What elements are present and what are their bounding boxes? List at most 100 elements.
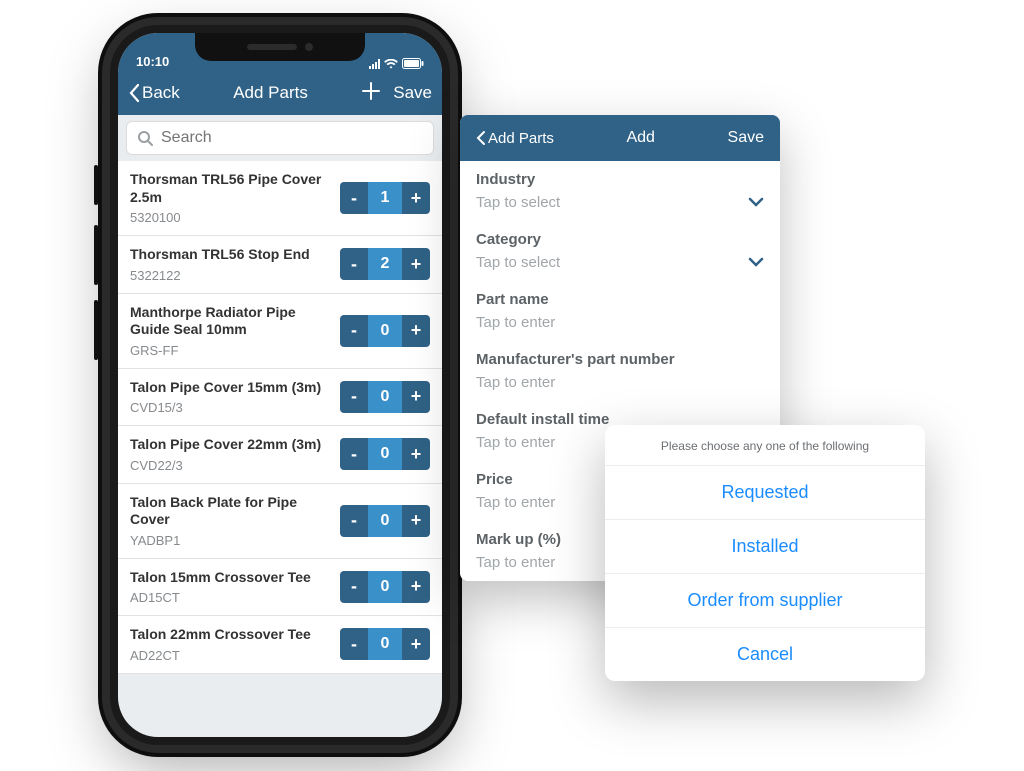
phone-side-button <box>94 165 98 205</box>
back-label: Back <box>142 83 180 103</box>
wifi-icon <box>384 59 398 69</box>
quantity-stepper: - 2 + <box>340 248 430 280</box>
phone-notch <box>195 33 365 61</box>
action-sheet: Please choose any one of the following R… <box>605 425 925 681</box>
increment-button[interactable]: + <box>402 571 430 603</box>
quantity-stepper: - 0 + <box>340 505 430 537</box>
phone-side-button <box>94 300 98 360</box>
field-placeholder: Tap to select <box>476 254 764 271</box>
part-sku: AD22CT <box>130 648 332 663</box>
increment-button[interactable]: + <box>402 182 430 214</box>
decrement-button[interactable]: - <box>340 182 368 214</box>
battery-icon <box>402 58 424 69</box>
phone-frame: 10:10 Back Add Parts Save <box>110 25 450 745</box>
part-sku: CVD22/3 <box>130 458 332 473</box>
quantity-value: 0 <box>368 571 402 603</box>
sheet-option[interactable]: Order from supplier <box>605 574 925 628</box>
increment-button[interactable]: + <box>402 628 430 660</box>
increment-button[interactable]: + <box>402 248 430 280</box>
quantity-value: 0 <box>368 628 402 660</box>
phone-side-button <box>94 225 98 285</box>
chevron-down-icon <box>748 194 764 211</box>
quantity-value: 2 <box>368 248 402 280</box>
part-row[interactable]: Talon 15mm Crossover Tee AD15CT - 0 + <box>118 559 442 617</box>
field-label: Industry <box>476 171 764 188</box>
decrement-button[interactable]: - <box>340 628 368 660</box>
page-title: Add <box>626 129 654 147</box>
form-field[interactable]: Category Tap to select <box>460 221 780 281</box>
back-label: Add Parts <box>488 130 554 147</box>
parts-list: Thorsman TRL56 Pipe Cover 2.5m 5320100 -… <box>118 161 442 674</box>
decrement-button[interactable]: - <box>340 571 368 603</box>
save-button[interactable]: Save <box>728 129 764 147</box>
form-field[interactable]: Manufacturer's part number Tap to enter <box>460 341 780 401</box>
back-button[interactable]: Add Parts <box>476 130 554 147</box>
part-row[interactable]: Thorsman TRL56 Pipe Cover 2.5m 5320100 -… <box>118 161 442 236</box>
field-label: Manufacturer's part number <box>476 351 764 368</box>
field-placeholder: Tap to select <box>476 194 764 211</box>
part-row[interactable]: Talon Back Plate for Pipe Cover YADBP1 -… <box>118 484 442 559</box>
part-row[interactable]: Talon Pipe Cover 22mm (3m) CVD22/3 - 0 + <box>118 426 442 484</box>
decrement-button[interactable]: - <box>340 248 368 280</box>
part-name: Talon Pipe Cover 15mm (3m) <box>130 379 332 397</box>
part-sku: YADBP1 <box>130 533 332 548</box>
part-row[interactable]: Talon Pipe Cover 15mm (3m) CVD15/3 - 0 + <box>118 369 442 427</box>
sheet-header: Please choose any one of the following <box>605 425 925 466</box>
navbar: Back Add Parts Save <box>118 71 442 115</box>
part-name: Thorsman TRL56 Pipe Cover 2.5m <box>130 171 332 206</box>
search-bar <box>118 115 442 161</box>
form-field[interactable]: Part name Tap to enter <box>460 281 780 341</box>
part-sku: 5322122 <box>130 268 332 283</box>
sheet-option[interactable]: Cancel <box>605 628 925 681</box>
quantity-value: 0 <box>368 505 402 537</box>
part-name: Manthorpe Radiator Pipe Guide Seal 10mm <box>130 304 332 339</box>
save-button[interactable]: Save <box>393 83 432 103</box>
navbar: Add Parts Add Save <box>460 115 780 161</box>
back-button[interactable]: Back <box>128 83 180 103</box>
field-placeholder: Tap to enter <box>476 374 764 391</box>
quantity-stepper: - 0 + <box>340 438 430 470</box>
decrement-button[interactable]: - <box>340 315 368 347</box>
sheet-option[interactable]: Requested <box>605 466 925 520</box>
part-name: Talon 15mm Crossover Tee <box>130 569 332 587</box>
part-row[interactable]: Talon 22mm Crossover Tee AD22CT - 0 + <box>118 616 442 674</box>
quantity-value: 0 <box>368 315 402 347</box>
part-name: Thorsman TRL56 Stop End <box>130 246 332 264</box>
chevron-left-icon <box>476 130 486 146</box>
phone-screen: 10:10 Back Add Parts Save <box>118 33 442 737</box>
chevron-down-icon <box>748 254 764 271</box>
increment-button[interactable]: + <box>402 438 430 470</box>
add-button[interactable] <box>361 81 381 106</box>
field-label: Category <box>476 231 764 248</box>
chevron-left-icon <box>128 83 140 103</box>
field-placeholder: Tap to enter <box>476 314 764 331</box>
increment-button[interactable]: + <box>402 505 430 537</box>
quantity-stepper: - 0 + <box>340 628 430 660</box>
quantity-value: 0 <box>368 381 402 413</box>
search-input[interactable] <box>161 129 423 147</box>
search-icon <box>137 130 153 146</box>
sheet-option[interactable]: Installed <box>605 520 925 574</box>
increment-button[interactable]: + <box>402 381 430 413</box>
decrement-button[interactable]: - <box>340 438 368 470</box>
part-sku: CVD15/3 <box>130 400 332 415</box>
part-row[interactable]: Thorsman TRL56 Stop End 5322122 - 2 + <box>118 236 442 294</box>
quantity-value: 1 <box>368 182 402 214</box>
quantity-value: 0 <box>368 438 402 470</box>
page-title: Add Parts <box>233 83 308 103</box>
part-row[interactable]: Manthorpe Radiator Pipe Guide Seal 10mm … <box>118 294 442 369</box>
quantity-stepper: - 0 + <box>340 315 430 347</box>
part-name: Talon Pipe Cover 22mm (3m) <box>130 436 332 454</box>
plus-icon <box>361 81 381 101</box>
part-sku: 5320100 <box>130 210 332 225</box>
increment-button[interactable]: + <box>402 315 430 347</box>
part-sku: GRS-FF <box>130 343 332 358</box>
part-name: Talon 22mm Crossover Tee <box>130 626 332 644</box>
signal-icon <box>369 59 380 69</box>
status-time: 10:10 <box>136 54 169 69</box>
decrement-button[interactable]: - <box>340 381 368 413</box>
form-field[interactable]: Industry Tap to select <box>460 161 780 221</box>
field-label: Part name <box>476 291 764 308</box>
quantity-stepper: - 1 + <box>340 182 430 214</box>
decrement-button[interactable]: - <box>340 505 368 537</box>
